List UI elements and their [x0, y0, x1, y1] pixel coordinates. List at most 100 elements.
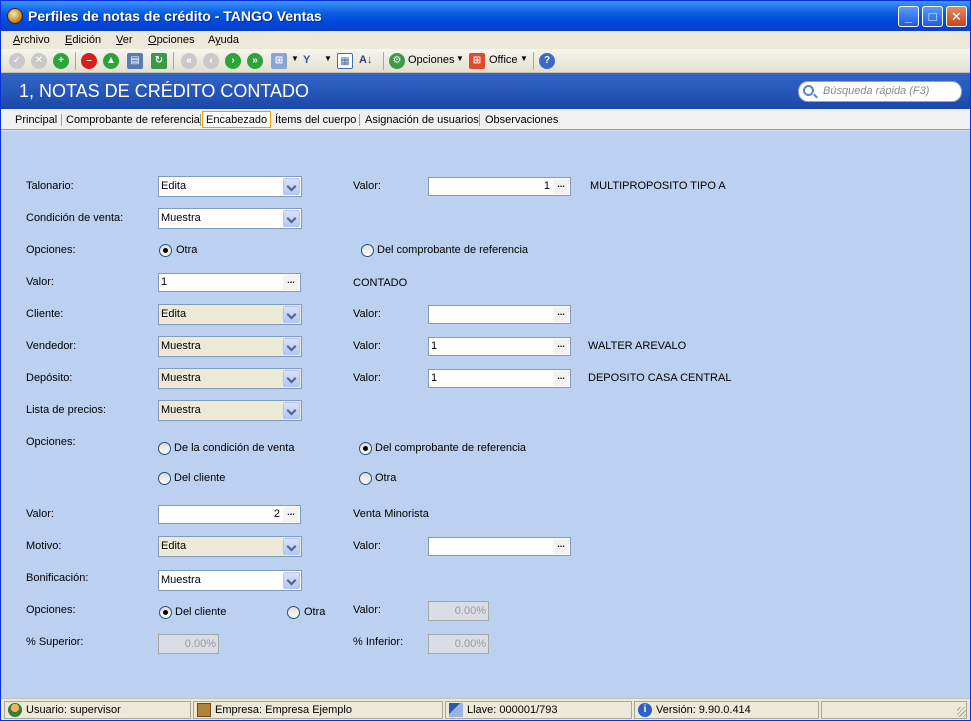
opciones-menu-button[interactable]: Opciones — [408, 54, 454, 66]
chevron-down-icon[interactable] — [283, 306, 300, 323]
lookup-ellipsis-icon[interactable]: ... — [283, 275, 299, 290]
help-icon[interactable]: ? — [539, 53, 555, 69]
view-icon[interactable]: ⊞ — [271, 53, 287, 69]
menu-opciones[interactable]: Opciones — [148, 34, 194, 46]
radio-comprobante-condicion-label[interactable]: Del comprobante de referencia — [377, 244, 528, 256]
quick-search-input[interactable]: Búsqueda rápida (F3) — [798, 81, 962, 102]
lookup-ellipsis-icon[interactable]: ... — [283, 507, 299, 522]
maximize-button[interactable]: □ — [922, 6, 943, 27]
print-icon[interactable]: ▤ — [127, 53, 143, 69]
cliente-select[interactable]: Edita — [158, 304, 302, 325]
radio-otra-condicion-label[interactable]: Otra — [176, 244, 197, 256]
add-icon[interactable]: + — [53, 53, 69, 69]
tab-observaciones[interactable]: Observaciones — [482, 112, 561, 129]
talonario-valor-input[interactable]: 1... — [428, 177, 571, 196]
lista-precios-select[interactable]: Muestra — [158, 400, 302, 421]
office-menu-button[interactable]: Office — [489, 54, 518, 66]
talonario-select[interactable]: Edita — [158, 176, 302, 197]
chevron-down-icon[interactable] — [283, 370, 300, 387]
vendedor-select[interactable]: Muestra — [158, 336, 302, 357]
condicion-venta-value: Muestra — [161, 212, 201, 224]
radio-comprobante-lista[interactable] — [359, 442, 372, 455]
motivo-select[interactable]: Edita — [158, 536, 302, 557]
lookup-ellipsis-icon[interactable]: ... — [553, 371, 569, 386]
radio-comprobante-condicion[interactable] — [361, 244, 374, 257]
radio-comprobante-lista-label[interactable]: Del comprobante de referencia — [375, 442, 526, 454]
tab-principal[interactable]: Principal — [12, 112, 60, 129]
menu-archivo[interactable]: Archivo — [13, 34, 50, 46]
radio-cliente-lista-label[interactable]: Del cliente — [174, 472, 225, 484]
inferior-input[interactable]: 0.00% — [428, 634, 489, 654]
radio-condicion-venta[interactable] — [158, 442, 171, 455]
office-dropdown-icon[interactable]: ▼ — [520, 54, 528, 63]
chevron-down-icon[interactable] — [283, 402, 300, 419]
tab-separator — [359, 114, 360, 126]
tab-comprobante-referencia[interactable]: Comprobante de referencia — [63, 112, 203, 129]
lista-precios-value: Muestra — [161, 404, 201, 416]
chevron-down-icon[interactable] — [283, 338, 300, 355]
lookup-ellipsis-icon[interactable]: ... — [553, 179, 569, 194]
radio-otra-bonificacion[interactable] — [287, 606, 300, 619]
radio-otra-bonificacion-label[interactable]: Otra — [304, 606, 325, 618]
opciones-dropdown-icon[interactable]: ▼ — [456, 54, 464, 63]
grid-icon[interactable]: ▦ — [337, 53, 353, 69]
radio-cliente-lista[interactable] — [158, 472, 171, 485]
sort-icon[interactable]: A↓ — [359, 54, 372, 66]
menu-ver[interactable]: Ver — [116, 34, 133, 46]
chevron-down-icon[interactable] — [283, 538, 300, 555]
building-icon — [197, 703, 211, 717]
modify-icon[interactable]: ▲ — [103, 53, 119, 69]
menu-edicion[interactable]: Edición — [65, 34, 101, 46]
filter-dropdown-icon[interactable]: ▼ — [324, 54, 332, 63]
resize-grip-icon[interactable] — [957, 707, 967, 717]
chevron-down-icon[interactable] — [283, 210, 300, 227]
tab-asignacion-usuarios[interactable]: Asignación de usuarios — [362, 112, 482, 129]
filter-icon[interactable]: Y — [303, 54, 310, 66]
superior-input[interactable]: 0.00% — [158, 634, 219, 654]
radio-cliente-bonificacion-label[interactable]: Del cliente — [175, 606, 226, 618]
title-bar[interactable]: Perfiles de notas de crédito - TANGO Ven… — [1, 1, 970, 31]
confirm-icon[interactable]: ✓ — [9, 53, 25, 69]
delete-icon[interactable]: – — [81, 53, 97, 69]
lookup-ellipsis-icon[interactable]: ... — [553, 339, 569, 354]
chevron-down-icon[interactable] — [283, 178, 300, 195]
menu-ayuda[interactable]: Ayuda — [208, 34, 239, 46]
close-button[interactable]: ✕ — [946, 6, 967, 27]
radio-otra-lista-label[interactable]: Otra — [375, 472, 396, 484]
status-llave-text: Llave: 000001/793 — [467, 704, 558, 716]
opciones-condicion-label: Opciones: — [26, 244, 76, 256]
chevron-down-icon[interactable] — [283, 572, 300, 589]
office-icon[interactable]: ⊞ — [469, 53, 485, 69]
first-record-icon[interactable]: « — [181, 53, 197, 69]
last-record-icon[interactable]: » — [247, 53, 263, 69]
bonificacion-valor-input[interactable]: 0.00% — [428, 601, 489, 621]
tab-separator — [200, 114, 201, 126]
motivo-valor-input[interactable]: ... — [428, 537, 571, 556]
status-empty-panel — [821, 701, 967, 719]
radio-cliente-bonificacion[interactable] — [159, 606, 172, 619]
bonificacion-select[interactable]: Muestra — [158, 570, 302, 591]
previous-record-icon[interactable]: ‹ — [203, 53, 219, 69]
radio-otra-lista[interactable] — [359, 472, 372, 485]
inferior-label: % Inferior: — [353, 636, 404, 648]
tab-encabezado[interactable]: Encabezado — [202, 111, 272, 128]
view-dropdown-icon[interactable]: ▼ — [291, 54, 299, 63]
deposito-select[interactable]: Muestra — [158, 368, 302, 389]
refresh-icon[interactable]: ↻ — [151, 53, 167, 69]
lookup-ellipsis-icon[interactable]: ... — [553, 539, 569, 554]
cliente-valor-input[interactable]: ... — [428, 305, 571, 324]
lookup-ellipsis-icon[interactable]: ... — [553, 307, 569, 322]
cancel-icon[interactable]: ✕ — [31, 53, 47, 69]
vendedor-valor-input[interactable]: 1... — [428, 337, 571, 356]
valor-condicion-input[interactable]: 1... — [158, 273, 301, 292]
condicion-venta-select[interactable]: Muestra — [158, 208, 302, 229]
tab-items-cuerpo[interactable]: Ítems del cuerpo — [272, 112, 359, 129]
options-gear-icon[interactable]: ⚙ — [389, 53, 405, 69]
valor-lista-description: Venta Minorista — [353, 508, 429, 520]
radio-condicion-venta-label[interactable]: De la condición de venta — [174, 442, 294, 454]
radio-otra-condicion[interactable] — [159, 244, 172, 257]
minimize-button[interactable]: _ — [898, 6, 919, 27]
valor-lista-input[interactable]: 2... — [158, 505, 301, 524]
deposito-valor-input[interactable]: 1... — [428, 369, 571, 388]
next-record-icon[interactable]: › — [225, 53, 241, 69]
